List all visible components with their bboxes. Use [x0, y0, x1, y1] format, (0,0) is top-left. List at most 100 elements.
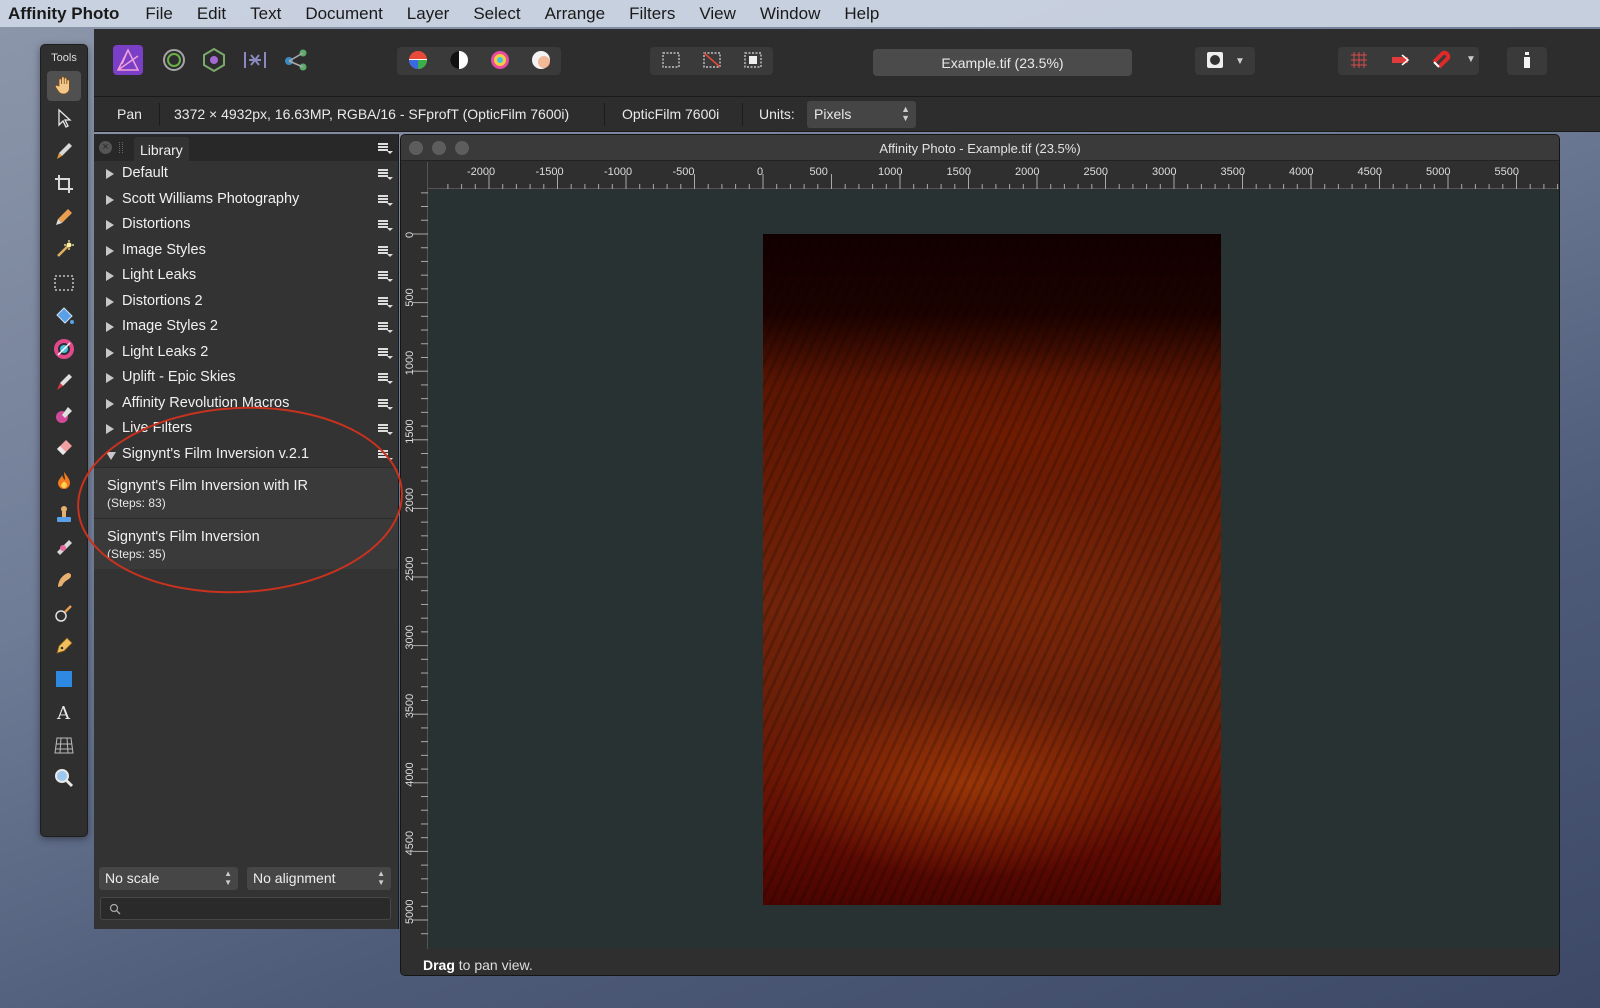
search-input[interactable]: [100, 897, 391, 920]
menu-help[interactable]: Help: [832, 4, 891, 24]
library-category[interactable]: Light Leaks: [94, 263, 398, 289]
erase-tool[interactable]: [47, 434, 81, 464]
disclosure-closed-icon[interactable]: [106, 398, 114, 409]
library-category[interactable]: Affinity Revolution Macros: [94, 391, 398, 417]
auto-colors-button[interactable]: [479, 47, 520, 75]
zoom-tool[interactable]: [47, 764, 81, 794]
library-category[interactable]: Image Styles 2: [94, 314, 398, 340]
snapping-button[interactable]: [1420, 47, 1461, 75]
panel-menu-icon[interactable]: [378, 143, 393, 154]
quick-mask-button[interactable]: [1195, 47, 1235, 75]
gradient-tool[interactable]: [47, 335, 81, 365]
clone-tool[interactable]: [47, 500, 81, 530]
smudge-tool[interactable]: [47, 566, 81, 596]
info-button[interactable]: [1507, 47, 1547, 75]
category-menu-icon[interactable]: [378, 347, 393, 359]
units-select[interactable]: Pixels ▲ ▼: [807, 101, 916, 128]
category-menu-icon[interactable]: [378, 220, 393, 231]
alignment-select[interactable]: No alignment ▲ ▼: [247, 867, 391, 890]
flood-select-tool[interactable]: [47, 236, 81, 266]
assistant-button[interactable]: [1379, 47, 1420, 75]
menu-edit[interactable]: Edit: [185, 4, 238, 24]
photo-persona-button[interactable]: [110, 43, 146, 79]
disclosure-closed-icon[interactable]: [106, 424, 114, 434]
disclosure-closed-icon[interactable]: [106, 347, 114, 358]
marquee-tool[interactable]: [47, 269, 81, 299]
disclosure-closed-icon[interactable]: [106, 322, 114, 332]
invert-selection-button[interactable]: [732, 47, 773, 75]
chevron-down-icon[interactable]: ▼: [1235, 56, 1245, 67]
app-menu[interactable]: Affinity Photo: [0, 4, 133, 24]
disclosure-closed-icon[interactable]: [106, 296, 114, 307]
drag-handle-icon[interactable]: [119, 142, 123, 153]
category-menu-icon[interactable]: [378, 245, 393, 257]
paint-brush-tool[interactable]: [47, 368, 81, 398]
vertical-ruler[interactable]: 0 500 1000 1500 2000 2500 3000 3500 4000 4500 5000: [401, 162, 428, 949]
shape-tool[interactable]: [47, 665, 81, 695]
library-category[interactable]: Live Filters: [94, 416, 398, 442]
category-menu-icon[interactable]: [378, 424, 393, 435]
disclosure-closed-icon[interactable]: [106, 169, 114, 179]
liquify-persona-button[interactable]: [156, 43, 192, 79]
library-category[interactable]: Distortions: [94, 212, 398, 238]
auto-white-balance-button[interactable]: [520, 47, 561, 75]
library-category[interactable]: Scott Williams Photography: [94, 187, 398, 213]
move-tool[interactable]: [47, 104, 81, 134]
grid-button[interactable]: [1338, 47, 1379, 75]
disclosure-open-icon[interactable]: [106, 451, 116, 460]
category-menu-icon[interactable]: [378, 398, 393, 410]
disclosure-closed-icon[interactable]: [106, 220, 114, 230]
tab-library[interactable]: Library: [134, 137, 189, 161]
menu-file[interactable]: File: [133, 4, 184, 24]
library-category[interactable]: Distortions 2: [94, 289, 398, 315]
menu-view[interactable]: View: [687, 4, 748, 24]
hand-tool[interactable]: [47, 71, 81, 101]
library-category[interactable]: Default: [94, 161, 398, 187]
select-all-button[interactable]: [650, 47, 691, 75]
menu-text[interactable]: Text: [238, 4, 293, 24]
library-category[interactable]: Uplift - Epic Skies: [94, 365, 398, 391]
mesh-warp-tool[interactable]: [47, 731, 81, 761]
menu-layer[interactable]: Layer: [395, 4, 462, 24]
library-category[interactable]: Light Leaks 2: [94, 340, 398, 366]
category-menu-icon[interactable]: [378, 373, 393, 384]
menu-filters[interactable]: Filters: [617, 4, 687, 24]
document-image[interactable]: [763, 234, 1221, 905]
category-menu-icon[interactable]: [378, 449, 393, 461]
menu-select[interactable]: Select: [461, 4, 532, 24]
category-menu-icon[interactable]: [378, 322, 393, 333]
healing-tool[interactable]: [47, 533, 81, 563]
export-persona-button[interactable]: [278, 43, 314, 79]
scale-select[interactable]: No scale ▲ ▼: [99, 867, 238, 890]
library-category[interactable]: Image Styles: [94, 238, 398, 264]
disclosure-closed-icon[interactable]: [106, 245, 114, 256]
burn-tool[interactable]: [47, 467, 81, 497]
library-category[interactable]: Signynt's Film Inversion v.2.1: [94, 442, 398, 468]
category-menu-icon[interactable]: [378, 296, 393, 308]
selection-brush-tool[interactable]: [47, 137, 81, 167]
close-icon[interactable]: ×: [99, 141, 112, 154]
macro-item[interactable]: Signynt's Film Inversion (Steps: 35): [94, 518, 398, 569]
color-picker-tool[interactable]: [47, 203, 81, 233]
text-tool[interactable]: A: [47, 698, 81, 728]
deselect-button[interactable]: [691, 47, 732, 75]
macro-item[interactable]: Signynt's Film Inversion with IR (Steps: …: [94, 467, 398, 518]
disclosure-closed-icon[interactable]: [106, 271, 114, 281]
category-menu-icon[interactable]: [378, 169, 393, 180]
color-replace-tool[interactable]: [47, 401, 81, 431]
auto-contrast-button[interactable]: [438, 47, 479, 75]
menu-window[interactable]: Window: [748, 4, 832, 24]
canvas-area[interactable]: [429, 190, 1559, 948]
horizontal-ruler[interactable]: px-2000-1500-1000-5000500100015002000250…: [401, 162, 1559, 189]
auto-levels-button[interactable]: [397, 47, 438, 75]
menu-arrange[interactable]: Arrange: [533, 4, 617, 24]
document-title-field[interactable]: Example.tif (23.5%): [873, 49, 1132, 76]
crop-tool[interactable]: [47, 170, 81, 200]
menu-document[interactable]: Document: [293, 4, 394, 24]
retouch-tool[interactable]: [47, 599, 81, 629]
tone-mapping-persona-button[interactable]: [237, 43, 273, 79]
disclosure-closed-icon[interactable]: [106, 194, 114, 205]
category-menu-icon[interactable]: [378, 194, 393, 206]
pen-tool[interactable]: [47, 632, 81, 662]
category-menu-icon[interactable]: [378, 271, 393, 282]
